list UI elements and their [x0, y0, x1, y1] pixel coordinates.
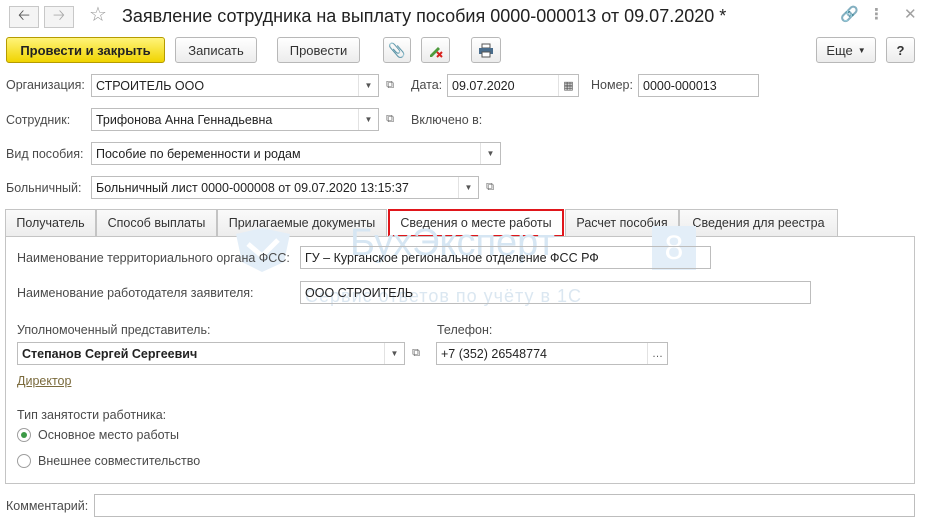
help-button[interactable]: ?	[886, 37, 915, 63]
organization-label: Организация:	[6, 78, 85, 92]
open-employee-button[interactable]: ⧉	[380, 108, 400, 131]
vertical-dots-icon[interactable]: ⋮	[869, 6, 884, 24]
open-form-icon: ⧉	[386, 79, 394, 91]
included-label: Включено в:	[411, 113, 483, 127]
position-link[interactable]: Директор	[17, 374, 71, 388]
paperclip-icon: 📎	[388, 41, 406, 58]
employer-name-field[interactable]: ООО СТРОИТЕЛЬ	[300, 281, 811, 304]
employer-name-label: Наименование работодателя заявителя:	[17, 286, 254, 300]
date-value: 09.07.2020	[452, 78, 515, 93]
chevron-down-icon[interactable]: ▼	[458, 177, 478, 198]
chevron-down-icon[interactable]: ▼	[358, 109, 378, 130]
link-icon[interactable]: 🔗	[840, 6, 859, 24]
post-and-close-button[interactable]: Провести и закрыть	[6, 37, 165, 63]
open-organization-button[interactable]: ⧉	[380, 74, 400, 97]
chevron-down-icon[interactable]: ▼	[384, 343, 404, 364]
post-button[interactable]: Провести	[277, 37, 360, 63]
close-icon[interactable]: ✕	[904, 6, 917, 24]
ellipsis-icon[interactable]: …	[647, 343, 667, 364]
comment-field[interactable]	[94, 494, 915, 517]
tab-registry-info[interactable]: Сведения для реестра	[679, 209, 838, 236]
printer-icon	[479, 43, 493, 57]
number-label: Номер:	[591, 78, 633, 92]
sick-leave-label: Больничный:	[6, 181, 82, 195]
phone-field[interactable]: +7 (352) 26548774 …	[436, 342, 668, 365]
date-label: Дата:	[411, 78, 443, 92]
save-button[interactable]: Записать	[175, 37, 257, 63]
tab-payment-method[interactable]: Способ выплаты	[96, 209, 217, 236]
arrow-left-icon: 🡠	[17, 6, 31, 24]
fss-body-value: ГУ – Курганское региональное отделение Ф…	[305, 250, 599, 265]
open-sick-leave-button[interactable]: ⧉	[480, 176, 500, 199]
employer-name-value: ООО СТРОИТЕЛЬ	[305, 285, 414, 300]
clear-button[interactable]	[421, 37, 450, 63]
radio-external-part-time[interactable]	[17, 454, 31, 468]
sick-leave-value: Больничный лист 0000-000008 от 09.07.202…	[96, 180, 409, 195]
open-form-icon: ⧉	[486, 181, 494, 193]
representative-field[interactable]: Степанов Сергей Сергеевич ▼	[17, 342, 405, 365]
phone-value: +7 (352) 26548774	[441, 346, 547, 361]
pencil-cross-icon	[429, 47, 443, 58]
benefit-type-field[interactable]: Пособие по беременности и родам ▼	[91, 142, 501, 165]
organization-field[interactable]: СТРОИТЕЛЬ ООО ▼	[91, 74, 379, 97]
fss-body-label: Наименование территориального органа ФСС…	[17, 251, 290, 265]
fss-body-field[interactable]: ГУ – Курганское региональное отделение Ф…	[300, 246, 711, 269]
employee-label: Сотрудник:	[6, 113, 71, 127]
number-value: 0000-000013	[643, 78, 717, 93]
tab-attached-documents[interactable]: Прилагаемые документы	[217, 209, 387, 236]
chevron-down-icon[interactable]: ▼	[480, 143, 500, 164]
chevron-down-icon[interactable]: ▼	[358, 75, 378, 96]
radio-main-workplace[interactable]	[17, 428, 31, 442]
employment-type-label: Тип занятости работника:	[17, 408, 167, 422]
star-icon[interactable]: ☆	[89, 3, 107, 27]
print-button[interactable]	[471, 37, 501, 63]
number-field[interactable]: 0000-000013	[638, 74, 759, 97]
organization-value: СТРОИТЕЛЬ ООО	[96, 78, 205, 93]
sick-leave-field[interactable]: Больничный лист 0000-000008 от 09.07.202…	[91, 176, 479, 199]
chevron-down-icon: ▼	[857, 45, 866, 55]
tab-benefit-calculation[interactable]: Расчет пособия	[565, 209, 679, 236]
external-part-time-label[interactable]: Внешнее совместительство	[38, 453, 200, 469]
open-representative-button[interactable]: ⧉	[406, 342, 426, 365]
calendar-icon[interactable]: ▦	[558, 75, 578, 96]
employee-value: Трифонова Анна Геннадьевна	[96, 112, 273, 127]
benefit-type-value: Пособие по беременности и родам	[96, 146, 301, 161]
employee-field[interactable]: Трифонова Анна Геннадьевна ▼	[91, 108, 379, 131]
benefit-type-label: Вид пособия:	[6, 147, 84, 161]
representative-value: Степанов Сергей Сергеевич	[22, 346, 198, 361]
more-menu-button[interactable]: Еще ▼	[816, 37, 876, 63]
window-title: Заявление сотрудника на выплату пособия …	[122, 6, 727, 26]
arrow-right-icon: 🡢	[52, 6, 66, 24]
phone-label: Телефон:	[437, 323, 493, 337]
forward-button[interactable]: 🡢	[44, 6, 74, 28]
main-workplace-label[interactable]: Основное место работы	[38, 427, 179, 443]
open-form-icon: ⧉	[412, 347, 420, 359]
open-form-icon: ⧉	[386, 113, 394, 125]
tab-recipient[interactable]: Получатель	[5, 209, 96, 236]
attach-button[interactable]: 📎	[383, 37, 411, 63]
more-button-label: Еще	[826, 42, 853, 58]
tab-workplace-info[interactable]: Сведения о месте работы	[388, 209, 564, 237]
date-field[interactable]: 09.07.2020 ▦	[447, 74, 579, 97]
back-button[interactable]: 🡠	[9, 6, 39, 28]
comment-label: Комментарий:	[6, 499, 89, 513]
representative-label: Уполномоченный представитель:	[17, 323, 211, 337]
